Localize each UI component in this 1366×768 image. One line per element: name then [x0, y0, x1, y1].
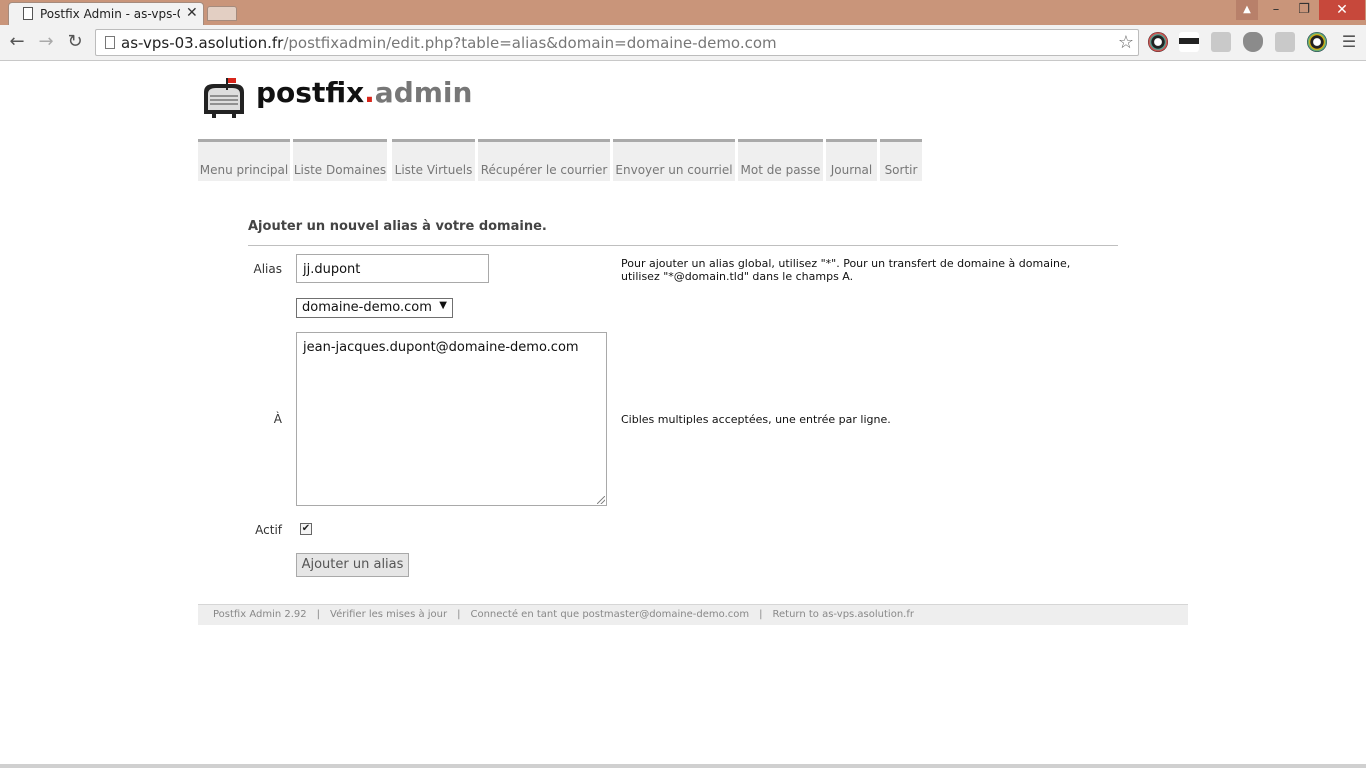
menu-item-sortir[interactable]: Sortir [880, 139, 922, 181]
reload-icon[interactable]: ↻ [65, 32, 85, 52]
extension-icon-2[interactable] [1275, 32, 1295, 52]
domain-select[interactable]: domaine-demo.com ▼ [296, 298, 453, 318]
menu-hamburger-icon[interactable]: ☰ [1339, 32, 1359, 52]
menu-item-liste-domaines[interactable]: Liste Domaines [293, 139, 387, 181]
footer-version[interactable]: Postfix Admin 2.92 [213, 609, 307, 620]
color-extension-icon[interactable] [1307, 32, 1327, 52]
resize-handle-icon[interactable] [597, 496, 605, 504]
restore-icon[interactable]: ❐ [1290, 0, 1318, 20]
browser-titlebar: Postfix Admin - as-vps-03 ✕ ▲ – ❐ ✕ [0, 0, 1366, 25]
page-info-icon[interactable] [105, 36, 115, 49]
target-textarea-value: jean-jacques.dupont@domaine-demo.com [303, 340, 579, 355]
menu-item-liste-virtuels[interactable]: Liste Virtuels [392, 139, 475, 181]
browser-tab[interactable]: Postfix Admin - as-vps-03 ✕ [8, 2, 204, 25]
menu-item-journal[interactable]: Journal [826, 139, 877, 181]
active-label: Actif [255, 523, 282, 537]
alias-input[interactable]: jj.dupont [296, 254, 489, 283]
target-textarea[interactable]: jean-jacques.dupont@domaine-demo.com [296, 332, 607, 506]
page-icon [23, 7, 33, 20]
menu-item-menu-principal[interactable]: Menu principal [198, 139, 290, 181]
form-title: Ajouter un nouvel alias à votre domaine. [248, 219, 547, 234]
alias-help-text: Pour ajouter un alias global, utilisez "… [621, 257, 1071, 283]
close-window-icon[interactable]: ✕ [1319, 0, 1365, 20]
footer-logged-in: Connecté en tant que postmaster@domaine-… [470, 609, 750, 620]
logo-text-postfix: postfix [256, 76, 365, 109]
mask-extension-icon[interactable] [1179, 32, 1199, 52]
url-text: as-vps-03.asolution.fr/postfixadmin/edit… [121, 34, 777, 52]
tab-title: Postfix Admin - as-vps-03 [40, 7, 180, 21]
logo-text-admin: admin [374, 76, 473, 109]
minimize-icon[interactable]: – [1262, 0, 1290, 20]
bookmark-star-icon[interactable]: ☆ [1118, 32, 1134, 53]
add-alias-button[interactable]: Ajouter un alias [296, 553, 409, 577]
extension-icon[interactable] [1211, 32, 1231, 52]
footer: Postfix Admin 2.92 | Vérifier les mises à … [198, 604, 1188, 625]
active-checkbox[interactable]: ✔ [300, 523, 312, 535]
alias-label: Alias [253, 262, 282, 276]
logo-text: postfix.admin [256, 76, 472, 109]
url-host: as-vps-03.asolution.fr [121, 34, 284, 52]
footer-check-updates-link[interactable]: Vérifier les mises à jour [330, 609, 447, 620]
color-picker-extension-icon[interactable] [1148, 32, 1168, 52]
address-bar[interactable]: as-vps-03.asolution.fr/postfixadmin/edit… [95, 29, 1139, 56]
user-profile-icon[interactable]: ▲ [1236, 0, 1258, 20]
footer-return-link[interactable]: Return to as-vps.asolution.fr [773, 609, 914, 620]
mailbox-icon [204, 78, 244, 118]
menu-item-recuperer-courrier[interactable]: Récupérer le courrier [478, 139, 610, 181]
fox-extension-icon[interactable] [1243, 32, 1263, 52]
url-path: /postfixadmin/edit.php?table=alias&domai… [283, 34, 777, 52]
domain-select-value: domaine-demo.com [302, 300, 432, 315]
browser-toolbar: ← → ↻ as-vps-03.asolution.fr/postfixadmi… [0, 25, 1366, 61]
new-tab-button[interactable] [207, 6, 237, 21]
tab-close-icon[interactable]: ✕ [186, 5, 198, 21]
menu-item-mot-de-passe[interactable]: Mot de passe [738, 139, 823, 181]
forward-icon[interactable]: → [36, 32, 56, 52]
menu-item-envoyer-courriel[interactable]: Envoyer un courriel [613, 139, 735, 181]
dropdown-arrow-icon: ▼ [439, 300, 447, 311]
logo-text-dot: . [364, 76, 375, 109]
target-help-text: Cibles multiples acceptées, une entrée p… [621, 413, 891, 426]
taskbar-edge [0, 764, 1366, 768]
target-label: À [273, 412, 282, 426]
back-icon[interactable]: ← [7, 32, 27, 52]
form-divider [248, 245, 1118, 246]
